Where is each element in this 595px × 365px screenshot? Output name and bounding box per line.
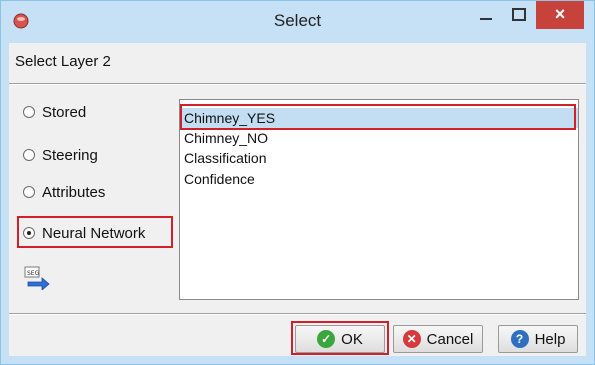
maximize-button[interactable]	[504, 1, 534, 29]
ok-highlight	[291, 321, 389, 355]
dialog-body: Select Layer 2 Stored Steering Attribute…	[9, 43, 586, 356]
radio-attributes[interactable]: Attributes	[23, 181, 105, 203]
maximize-icon	[512, 8, 526, 21]
help-button[interactable]: ? Help	[498, 325, 578, 353]
x-icon: ✕	[402, 330, 421, 348]
radio-stored[interactable]: Stored	[23, 101, 86, 123]
cancel-label: Cancel	[426, 330, 474, 348]
layer-label: Select Layer 2	[15, 53, 111, 70]
radio-label: Stored	[42, 103, 87, 121]
list-item-classification[interactable]: Classification	[180, 148, 578, 168]
help-label: Help	[534, 330, 566, 348]
radio-steering[interactable]: Steering	[23, 144, 98, 166]
minimize-icon	[480, 18, 492, 20]
list-item-chimney-no[interactable]: Chimney_NO	[180, 128, 578, 148]
cancel-button[interactable]: ✕ Cancel	[393, 325, 483, 353]
close-icon: ×	[554, 4, 566, 24]
svg-text:SEG: SEG	[27, 270, 40, 277]
seg-export-icon[interactable]: SEG	[24, 266, 50, 290]
list-item-confidence[interactable]: Confidence	[180, 169, 578, 189]
chimney-yes-highlight	[180, 104, 576, 130]
neural-network-highlight	[17, 216, 173, 248]
select-dialog: Select × Select Layer 2 Stored Steering	[0, 0, 595, 365]
radio-label: Steering	[42, 146, 98, 164]
top-separator	[9, 83, 586, 85]
question-icon: ?	[510, 330, 529, 348]
radio-circle	[23, 149, 35, 161]
radio-circle	[23, 186, 35, 198]
radio-circle	[23, 106, 35, 118]
close-button[interactable]: ×	[536, 1, 584, 29]
bottom-separator	[9, 313, 586, 315]
minimize-button[interactable]	[471, 1, 501, 29]
title-bar[interactable]: Select ×	[1, 1, 594, 43]
radio-label: Attributes	[42, 183, 106, 201]
